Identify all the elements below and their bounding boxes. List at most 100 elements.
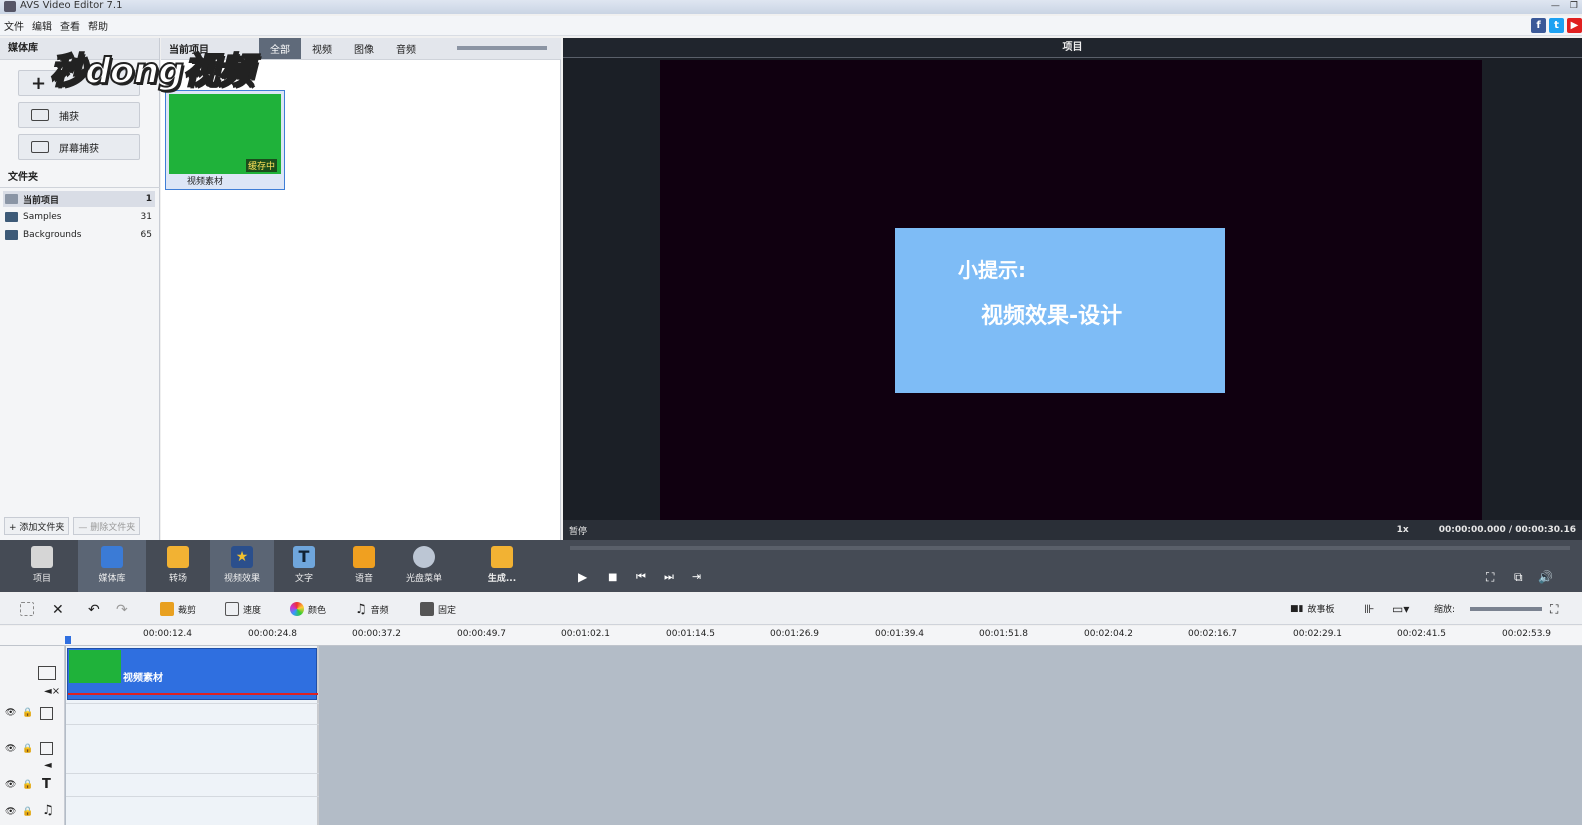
overlay-track-icon [40, 742, 53, 755]
mute-icon[interactable]: ◄ [44, 760, 52, 771]
watermark-logo: 秒dong视频 [49, 50, 255, 93]
timeline-select-icon[interactable] [20, 602, 34, 616]
delete-icon[interactable]: ✕ [52, 602, 64, 618]
camera-icon [31, 109, 49, 121]
zoom-slider[interactable] [1470, 607, 1542, 611]
speed-label: 速度 [243, 605, 262, 616]
toolbar-media-library-button[interactable]: 媒体库 [78, 540, 146, 592]
playback-speed[interactable]: 1x [1397, 525, 1409, 535]
video-effect-icon: ★ [231, 546, 253, 568]
ruler-tick: 00:02:29.1 [1293, 629, 1343, 639]
transition-icon [167, 546, 189, 568]
folder-icon [5, 230, 18, 240]
crop-icon [160, 602, 174, 616]
color-button[interactable]: 颜色 [290, 602, 326, 616]
text-track-icon: T [42, 777, 51, 792]
tab-all[interactable]: 全部 [259, 38, 301, 59]
timeline-clip[interactable]: 视频素材 [67, 648, 318, 700]
track-divider [66, 724, 319, 725]
media-panel: 当前项目 全部 视频 图像 音频 缓存中 视频素材 [161, 38, 561, 540]
crop-button[interactable]: 裁剪 [160, 602, 196, 616]
toolbar-transition-button[interactable]: 转场 [146, 540, 210, 592]
fit-icon[interactable]: ⛶ [1550, 602, 1558, 617]
prev-frame-icon[interactable]: ⏮ [636, 570, 646, 584]
speed-button[interactable]: 速度 [225, 602, 261, 616]
folder-count: 65 [140, 230, 152, 240]
zoom-label: 缩放: [1434, 605, 1456, 615]
media-thumbnail[interactable]: 缓存中 视频素材 [165, 90, 285, 190]
clip-audio-line [68, 693, 318, 695]
go-end-icon[interactable]: ⇥ [692, 570, 701, 583]
fullscreen-icon[interactable]: ⧉ [1514, 570, 1523, 585]
plus-icon: + [31, 72, 47, 94]
play-icon[interactable]: ▶ [578, 570, 587, 584]
audio-button[interactable]: ♫ 音频 [355, 602, 389, 617]
music-note-icon: ♫ [355, 602, 367, 617]
toolbar-produce-button[interactable]: 生成... [470, 540, 534, 592]
visibility-icon[interactable]: 👁 [5, 744, 16, 754]
redo-icon[interactable]: ↷ [116, 602, 128, 618]
audio-mixer-icon[interactable]: ⊪ [1364, 602, 1374, 616]
ruler-tick: 00:01:51.8 [979, 629, 1029, 639]
visibility-icon[interactable]: 👁 [5, 708, 16, 718]
track-divider [66, 703, 319, 704]
snapshot-icon[interactable]: ⛶ [1486, 570, 1494, 585]
folder-samples[interactable]: Samples 31 [3, 209, 155, 225]
folder-backgrounds[interactable]: Backgrounds 65 [3, 227, 155, 243]
timeline-ruler[interactable]: 00:00:12.4 00:00:24.8 00:00:37.2 00:00:4… [0, 626, 1582, 646]
visibility-icon[interactable]: 👁 [5, 807, 16, 817]
lock-icon[interactable]: 🔒 [22, 744, 33, 754]
toolbar-video-effect-button[interactable]: ★ 视频效果 [210, 540, 274, 592]
preview-panel: 项目 小提示: 视频效果-设计 暂停 1x 00:00:00.000 / 00:… [563, 38, 1582, 540]
twitter-icon[interactable]: t [1549, 18, 1564, 33]
tab-image[interactable]: 图像 [343, 38, 385, 59]
folder-current-project[interactable]: 当前项目 1 [3, 191, 155, 207]
screen-capture-button[interactable]: 屏幕捕获 [18, 134, 140, 160]
clip-label: 视频素材 [123, 673, 163, 684]
toolbar-disc-menu-button[interactable]: 光盘菜单 [392, 540, 456, 592]
menu-file[interactable]: 文件 [4, 18, 24, 33]
thumbnail-size-slider[interactable] [457, 46, 547, 50]
tab-video[interactable]: 视频 [301, 38, 343, 59]
screen-capture-label: 屏幕捕获 [59, 143, 99, 155]
freeze-icon [420, 602, 434, 616]
ruler-tick: 00:00:24.8 [248, 629, 298, 639]
facebook-icon[interactable]: f [1531, 18, 1546, 33]
freeze-button[interactable]: 固定 [420, 602, 456, 616]
visibility-icon[interactable]: 👁 [5, 780, 16, 790]
next-frame-icon[interactable]: ⏭ [664, 570, 674, 584]
minimize-icon[interactable]: — [1551, 0, 1560, 14]
toolbar-voice-button[interactable]: 语音 [332, 540, 396, 592]
add-folder-button[interactable]: + 添加文件夹 [4, 517, 70, 535]
preview-viewport[interactable]: 小提示: 视频效果-设计 [660, 60, 1482, 520]
lock-icon[interactable]: 🔒 [22, 780, 33, 790]
undo-icon[interactable]: ↶ [88, 602, 100, 618]
thumbnail-label: 视频素材 [187, 177, 224, 187]
remove-folder-button[interactable]: — 删除文件夹 [73, 517, 141, 535]
lock-icon[interactable]: 🔒 [22, 708, 33, 718]
menu-edit[interactable]: 编辑 [32, 18, 52, 33]
menu-view[interactable]: 查看 [60, 18, 80, 33]
playhead-marker[interactable] [65, 636, 71, 644]
scrub-bar[interactable] [570, 546, 1570, 550]
ruler-tick: 00:02:53.9 [1502, 629, 1552, 639]
track-divider [66, 773, 319, 774]
toolbar-project-button[interactable]: 项目 [10, 540, 74, 592]
restore-icon[interactable]: ❐ [1570, 0, 1578, 14]
toolbar-text-button[interactable]: T 文字 [272, 540, 336, 592]
stop-icon[interactable]: ■ [608, 572, 617, 583]
folder-name: Backgrounds [23, 230, 82, 240]
storyboard-label: 故事板 [1307, 605, 1335, 615]
display-options-icon[interactable]: ▭▾ [1392, 602, 1409, 616]
storyboard-button[interactable]: ■▮ 故事板 [1290, 602, 1335, 616]
ruler-tick: 00:01:02.1 [561, 629, 611, 639]
volume-icon[interactable]: 🔊 [1538, 570, 1553, 584]
timeline-tracks[interactable]: ◄× 👁 🔒 👁 🔒 ◄ 👁 🔒 T 👁 🔒 ♫ 视频素材 [0, 646, 1582, 825]
tab-audio[interactable]: 音频 [385, 38, 427, 59]
capture-button[interactable]: 捕获 [18, 102, 140, 128]
menu-help[interactable]: 帮助 [88, 18, 108, 33]
microphone-icon [353, 546, 375, 568]
lock-icon[interactable]: 🔒 [22, 807, 33, 817]
youtube-icon[interactable]: ▶ [1567, 18, 1582, 33]
mute-icon[interactable]: ◄× [44, 686, 60, 697]
